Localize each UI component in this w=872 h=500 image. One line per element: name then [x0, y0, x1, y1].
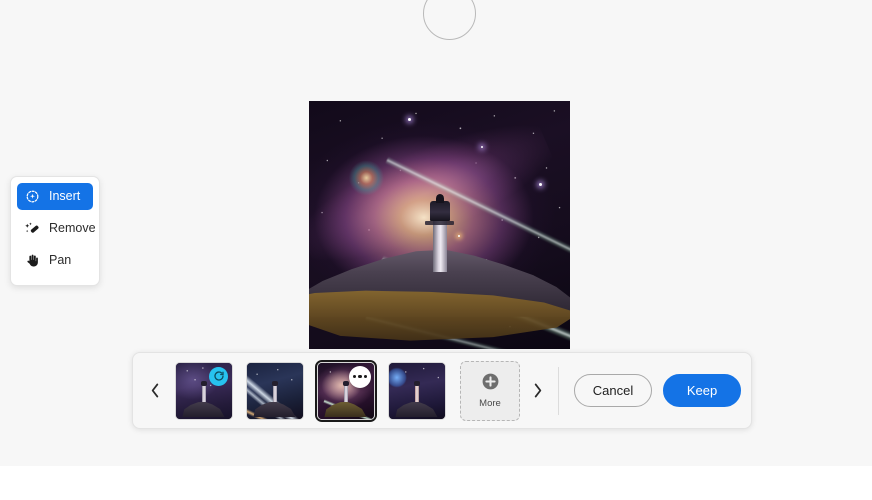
variations-toolbar: More Cancel Keep [132, 352, 752, 429]
generative-fill-canvas: Insert Remove Pan More Cancel Keep [0, 0, 872, 500]
bright-star [457, 234, 460, 237]
thumbnail-variation-1[interactable] [175, 361, 233, 420]
bright-star [538, 182, 542, 186]
tool-item-label: Remove [49, 221, 96, 236]
more-dots-icon[interactable] [349, 365, 371, 388]
thumbnail-wrapper[interactable] [244, 360, 306, 422]
brush-cursor-circle [423, 0, 476, 40]
tool-item-label: Pan [49, 253, 72, 268]
tool-item-insert[interactable]: Insert [17, 183, 93, 210]
cancel-button[interactable]: Cancel [574, 374, 652, 407]
thumb-lighthouse [273, 384, 277, 402]
thumb-lighthouse-top [343, 381, 349, 387]
plus-circle-icon [481, 372, 500, 396]
refresh-icon[interactable] [209, 366, 228, 386]
thumbnail-wrapper[interactable] [386, 360, 448, 422]
thumbnail-list: More [173, 359, 520, 422]
thumb-lighthouse [202, 384, 206, 402]
thumbnail-wrapper[interactable] [173, 360, 235, 422]
page-bottom-band [0, 466, 872, 500]
thumbnail-wrapper-selected[interactable] [315, 359, 377, 422]
thumb-lighthouse-top [272, 381, 278, 387]
canvas-image[interactable] [309, 101, 570, 349]
thumb-lighthouse [344, 384, 348, 402]
sparkle-circle-icon [24, 188, 41, 205]
tool-item-remove[interactable]: Remove [17, 215, 96, 242]
tool-item-label: Insert [49, 189, 81, 204]
keep-button[interactable]: Keep [663, 374, 741, 407]
next-variation-button[interactable] [526, 371, 550, 411]
hand-icon [24, 252, 41, 269]
lighthouse-tower [432, 217, 448, 273]
thumb-lighthouse-top [201, 381, 207, 387]
bright-star [481, 145, 484, 148]
tool-item-pan[interactable]: Pan [17, 247, 93, 274]
magic-eraser-icon [24, 220, 41, 237]
dots-glyph [353, 374, 367, 379]
thumbnail-variation-4[interactable] [388, 361, 446, 420]
prev-variation-button[interactable] [143, 371, 167, 411]
toolbar-divider [558, 366, 559, 415]
tool-panel: Insert Remove Pan [10, 176, 100, 286]
thumb-lighthouse [415, 384, 419, 402]
more-label: More [479, 398, 501, 410]
lighthouse-lantern-room [429, 201, 451, 222]
lighthouse-gallery-rail [425, 220, 454, 225]
more-variations-button[interactable]: More [460, 360, 520, 421]
thumb-lighthouse-top [414, 381, 420, 387]
lighthouse-cap [435, 194, 444, 203]
thumbnail-variation-2[interactable] [246, 361, 304, 420]
action-buttons: Cancel Keep [574, 374, 741, 407]
thumbnail-variation-3[interactable] [317, 361, 375, 420]
